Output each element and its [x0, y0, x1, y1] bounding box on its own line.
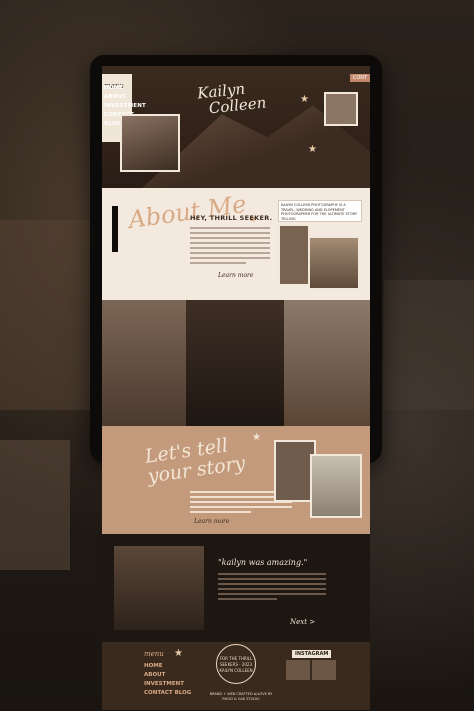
hero-small-photo: [324, 92, 358, 126]
thrill-seekers-badge: FOR THE THRILL SEEKERS · 2023 KAILYN COL…: [216, 644, 256, 684]
about-heading: HEY, THRILL SEEKER.: [190, 214, 273, 222]
contact-tab[interactable]: CONT: [350, 74, 370, 82]
testimonial-quote: "kailyn was amazing.": [218, 558, 308, 567]
instagram-photo[interactable]: [312, 660, 336, 680]
instagram-photo[interactable]: [286, 660, 310, 680]
footer-nav-home[interactable]: HOME: [144, 662, 191, 671]
star-icon: ★: [308, 144, 317, 155]
website-preview: menu HOME ABOUT INVESTMENT CONTACT BLOG …: [102, 66, 370, 710]
background-photo-right: [384, 280, 474, 410]
background-photo-left-bottom: [0, 440, 70, 570]
testimonial-text: [218, 570, 326, 603]
story-learn-more-link[interactable]: Learn more: [194, 518, 229, 525]
testimonial-next-link[interactable]: Next >: [290, 618, 315, 626]
about-photo-2: [308, 236, 360, 290]
footer-nav: HOME ABOUT INVESTMENT CONTACT BLOG: [144, 662, 191, 698]
about-paragraph: [190, 224, 270, 267]
footer-section: ★ menu HOME ABOUT INVESTMENT CONTACT BLO…: [102, 642, 370, 710]
name-line-2: Colleen: [208, 93, 268, 118]
star-icon: ★: [252, 432, 261, 443]
story-section: Let's tell your story ★ Learn more: [102, 426, 370, 534]
story-script-title: Let's tell your story: [144, 433, 247, 487]
background-photo-left: [0, 220, 90, 410]
about-learn-more-link[interactable]: Learn more: [218, 272, 253, 279]
about-photo-1: [278, 224, 310, 286]
nav-about[interactable]: ABOUT: [104, 93, 146, 102]
footer-nav-about[interactable]: ABOUT: [144, 671, 191, 680]
hero-section: menu HOME ABOUT INVESTMENT CONTACT BLOG …: [102, 66, 370, 188]
footer-credit: BRAND + WEB CRAFTED w/LOVE BY RHOD & OAK…: [209, 692, 273, 701]
gallery-photo-3: [284, 300, 370, 426]
gallery-photo-1: [102, 300, 186, 426]
tape-strip: [112, 206, 118, 252]
nav-home[interactable]: HOME: [104, 84, 146, 93]
star-icon: ★: [300, 94, 309, 105]
testimonial-photo: [114, 546, 204, 630]
story-photo-2: [310, 454, 362, 518]
footer-nav-contact-blog[interactable]: CONTACT BLOG: [144, 689, 191, 698]
site-logo-name: Kailyn Colleen: [196, 79, 268, 118]
about-info-card: KAILYN COLLEEN PHOTOGRAPHY IS A TRAVEL, …: [278, 200, 362, 222]
gallery-section: [102, 300, 370, 426]
footer-menu-title: menu: [144, 650, 164, 658]
nav-investment[interactable]: INVESTMENT: [104, 102, 146, 111]
instagram-grid: [286, 660, 336, 680]
about-section: About Me ★ HEY, THRILL SEEKER. Learn mor…: [102, 188, 370, 300]
footer-nav-investment[interactable]: INVESTMENT: [144, 680, 191, 689]
testimonial-section: "kailyn was amazing." Next >: [102, 534, 370, 642]
star-icon: ★: [174, 648, 183, 659]
hero-couple-photo: [120, 114, 180, 172]
instagram-label[interactable]: INSTAGRAM: [292, 650, 332, 658]
gallery-photo-2: [186, 300, 284, 426]
